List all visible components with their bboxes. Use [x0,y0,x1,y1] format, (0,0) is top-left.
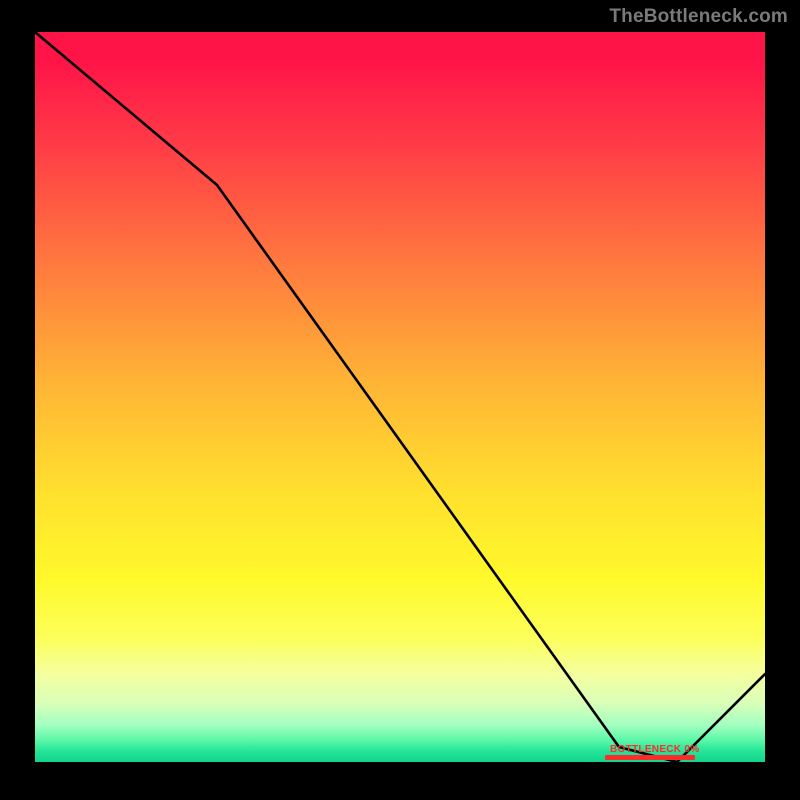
bottleneck-curve [35,32,765,762]
line-plot [35,32,765,762]
bottleneck-label: BOTTLENECK 0% [610,744,699,755]
chart-container: TheBottleneck.com BOTTLENECK 0% [0,0,800,800]
plot-area: BOTTLENECK 0% [35,32,765,762]
watermark-text: TheBottleneck.com [609,6,788,28]
min-marker [605,755,695,760]
